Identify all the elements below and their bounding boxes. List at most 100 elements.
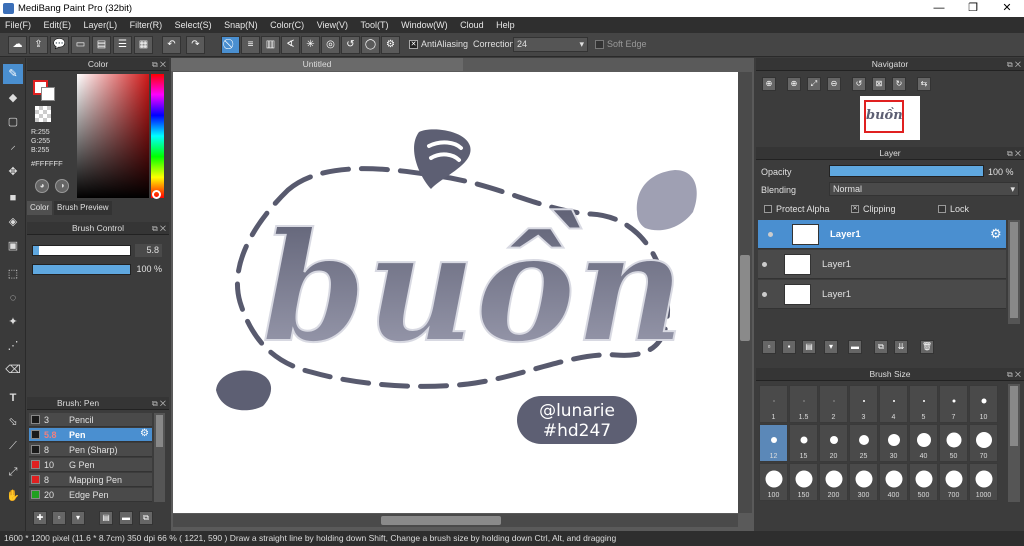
lock-checkbox[interactable] — [938, 205, 946, 213]
menu-help[interactable]: Help — [491, 17, 520, 33]
hue-slider[interactable] — [151, 74, 164, 198]
secondary-color-swatch[interactable] — [41, 87, 55, 101]
menu-tool[interactable]: Tool(T) — [356, 17, 394, 33]
rotate-right-icon[interactable]: ↻ — [892, 77, 906, 91]
menu-select[interactable]: Select(S) — [170, 17, 217, 33]
brush-list-item[interactable]: 10 G Pen — [29, 458, 152, 472]
canvas-vertical-scrollbar[interactable] — [738, 72, 752, 513]
fit-icon[interactable]: ⤢ — [807, 77, 821, 91]
brush-list-scrollbar[interactable] — [154, 413, 165, 502]
new-layer-icon[interactable]: ▫ — [762, 340, 776, 354]
hue-handle[interactable] — [152, 190, 161, 199]
panel-controls-icon[interactable]: ⧉ ✕ — [1007, 58, 1021, 71]
cloud-icon[interactable]: ☁ — [8, 36, 27, 54]
brush-size-option[interactable]: 1.5 — [789, 385, 818, 423]
menu-window[interactable]: Window(W) — [396, 17, 453, 33]
menu-file[interactable]: File(F) — [0, 17, 36, 33]
page-icon[interactable]: ▤ — [92, 36, 111, 54]
layer-item[interactable]: Layer1 ⚙ — [758, 220, 1006, 249]
dot-tool-icon[interactable]: ⸝ — [3, 136, 23, 156]
bucket-tool-icon[interactable]: ◈ — [3, 212, 23, 232]
close-button[interactable]: ✕ — [990, 0, 1024, 17]
brush-size-option[interactable]: 12 — [759, 424, 788, 462]
menu-color[interactable]: Color(C) — [265, 17, 309, 33]
brush-list-item[interactable]: 3 Pencil — [29, 413, 152, 427]
brush-size-option[interactable]: 100 — [759, 463, 788, 501]
protect-alpha-checkbox[interactable] — [764, 205, 772, 213]
blending-select[interactable]: Normal ▾ — [829, 182, 1019, 196]
rectangle-tool-icon[interactable]: ▢ — [3, 112, 23, 132]
text-tool-icon[interactable]: T — [3, 388, 23, 408]
brush-size-scrollbar[interactable] — [1008, 384, 1020, 502]
menu-filter[interactable]: Filter(R) — [125, 17, 168, 33]
brush-size-option[interactable]: 1000 — [969, 463, 998, 501]
brush-list-item[interactable]: 20 Edge Pen — [29, 488, 152, 502]
flip-icon[interactable]: ⇆ — [917, 77, 931, 91]
tab-brush-preview[interactable]: Brush Preview — [54, 201, 112, 215]
comment-icon[interactable]: 💬 — [50, 36, 69, 54]
saturation-brightness-square[interactable] — [77, 74, 149, 198]
brush-size-option[interactable]: 5 — [909, 385, 938, 423]
layer-item[interactable]: Layer1 — [758, 250, 1006, 279]
menu-view[interactable]: View(V) — [312, 17, 353, 33]
eraser-tool-icon[interactable]: ◆ — [3, 88, 23, 108]
message-icon[interactable]: ▭ — [71, 36, 90, 54]
palette-icon[interactable]: ◕ — [35, 179, 49, 193]
add-brush-icon[interactable]: ✚ — [33, 511, 47, 525]
vanishing-snap-icon[interactable]: ∢ — [281, 36, 300, 54]
horizontal-scroll-thumb[interactable] — [381, 516, 501, 525]
brush-menu-icon[interactable]: ▾ — [71, 511, 85, 525]
redo-icon[interactable]: ↷ — [186, 36, 205, 54]
menu-cloud[interactable]: Cloud — [455, 17, 489, 33]
select-pen-icon[interactable]: ⋰ — [3, 336, 23, 356]
menu-edit[interactable]: Edit(E) — [39, 17, 77, 33]
tab-color[interactable]: Color — [27, 201, 53, 215]
soft-edge-checkbox[interactable] — [595, 40, 604, 49]
brush-size-value[interactable]: 5.8 — [135, 244, 162, 257]
panel-controls-icon[interactable]: ⧉ ✕ — [1007, 147, 1021, 160]
brush-size-option[interactable]: 50 — [939, 424, 968, 462]
layer-scrollbar[interactable] — [1008, 220, 1020, 324]
gear-icon[interactable]: ⚙ — [990, 226, 1002, 242]
select-eraser-icon[interactable]: ⌫ — [3, 360, 23, 380]
brush-size-option[interactable]: 20 — [819, 424, 848, 462]
grid-icon[interactable]: ▦ — [134, 36, 153, 54]
select-tool-icon[interactable]: ⬚ — [3, 264, 23, 284]
tab-untitled[interactable]: Untitled — [171, 58, 463, 71]
canvas-horizontal-scrollbar[interactable] — [173, 514, 738, 527]
antialiasing-checkbox[interactable]: ✕ — [409, 40, 418, 49]
gear-icon[interactable]: ⚙ — [140, 428, 149, 439]
eye-icon[interactable] — [768, 232, 773, 237]
trash-icon[interactable]: 🗑 — [920, 340, 934, 354]
zoom-in-icon[interactable]: ⊕ — [762, 77, 776, 91]
brush-size-option[interactable]: 3 — [849, 385, 878, 423]
brush-size-option[interactable]: 1 — [759, 385, 788, 423]
minimize-button[interactable]: — — [922, 0, 956, 17]
gradient-tool-icon[interactable]: ▣ — [3, 236, 23, 256]
share-icon[interactable]: ⇪ — [29, 36, 48, 54]
radial-snap-icon[interactable]: ✳ — [301, 36, 320, 54]
restore-button[interactable]: ❐ — [956, 0, 990, 17]
eye-icon[interactable] — [762, 262, 767, 267]
vertical-scroll-thumb[interactable] — [740, 255, 750, 341]
parallel-snap-icon[interactable]: ≡ — [241, 36, 260, 54]
menu-layer[interactable]: Layer(L) — [79, 17, 123, 33]
eye-icon[interactable] — [762, 292, 767, 297]
ellipse-snap-icon[interactable]: ◯ — [361, 36, 380, 54]
brush-size-option[interactable]: 300 — [849, 463, 878, 501]
brush-list-scroll-thumb[interactable] — [156, 415, 163, 447]
new-halftone-layer-icon[interactable]: ▪ — [782, 340, 796, 354]
brush-list-item[interactable]: 8 Mapping Pen — [29, 473, 152, 487]
operation-tool-icon[interactable]: ⬂ — [3, 412, 23, 432]
correction-select[interactable]: 24 ▾ — [513, 37, 588, 52]
new-brush-icon[interactable]: ▫ — [52, 511, 66, 525]
eyedropper-tool-icon[interactable]: ⟋ — [3, 436, 23, 456]
brush-size-option[interactable]: 15 — [789, 424, 818, 462]
transparent-color-swatch[interactable] — [35, 106, 51, 122]
magic-wand-icon[interactable]: ✦ — [3, 312, 23, 332]
panel-controls-icon[interactable]: ⧉ ✕ — [152, 397, 166, 410]
brush-size-option[interactable]: 30 — [879, 424, 908, 462]
brush-size-option[interactable]: 200 — [819, 463, 848, 501]
brush-size-option[interactable]: 25 — [849, 424, 878, 462]
undo-icon[interactable]: ↶ — [162, 36, 181, 54]
